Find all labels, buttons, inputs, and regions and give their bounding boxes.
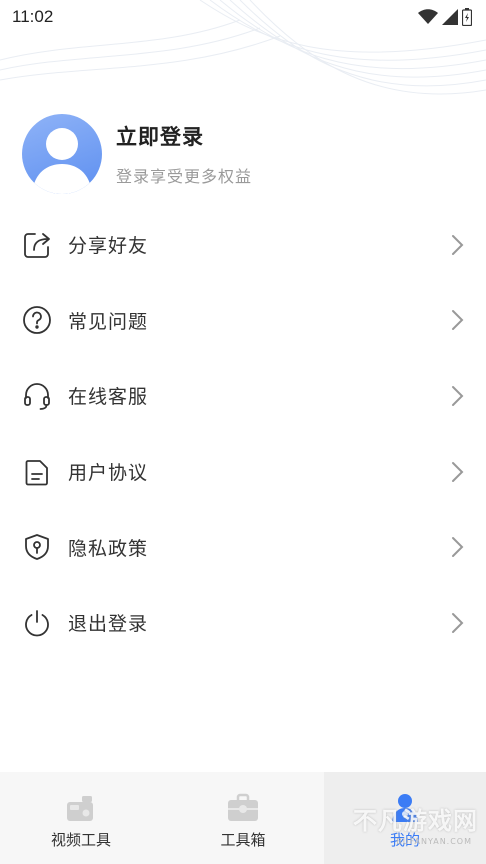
menu-item-label: 常见问题 bbox=[68, 310, 149, 333]
video-tools-icon bbox=[67, 796, 93, 821]
default-avatar-icon bbox=[32, 128, 92, 194]
menu-item-label: 用户协议 bbox=[68, 462, 149, 485]
tab-label: 视频工具 bbox=[50, 831, 111, 849]
menu-item-faq[interactable]: 常见问题 bbox=[0, 283, 486, 359]
signal-icon bbox=[442, 9, 458, 25]
login-profile-card[interactable]: 立即登录 登录享受更多权益 bbox=[22, 113, 462, 195]
menu-item-label: 隐私政策 bbox=[68, 537, 149, 560]
menu-item-label: 退出登录 bbox=[68, 613, 149, 636]
chevron-right-icon bbox=[452, 385, 464, 406]
toolbox-icon bbox=[228, 793, 258, 821]
document-icon bbox=[22, 457, 52, 487]
login-title[interactable]: 立即登录 bbox=[116, 121, 252, 151]
power-icon bbox=[22, 608, 52, 638]
login-subtitle: 登录享受更多权益 bbox=[116, 167, 253, 186]
tab-label: 工具箱 bbox=[220, 831, 266, 849]
menu-item-privacy-policy[interactable]: 隐私政策 bbox=[0, 509, 486, 585]
tab-toolbox[interactable]: 工具箱 bbox=[162, 772, 324, 864]
share-icon bbox=[22, 230, 52, 260]
chevron-right-icon bbox=[452, 461, 464, 482]
chevron-right-icon bbox=[452, 612, 464, 633]
menu-item-customer-service[interactable]: 在线客服 bbox=[0, 358, 486, 434]
menu-item-label: 分享好友 bbox=[68, 235, 149, 258]
chevron-right-icon bbox=[452, 234, 464, 255]
menu-item-user-agreement[interactable]: 用户协议 bbox=[0, 434, 486, 510]
question-icon bbox=[22, 305, 52, 335]
shield-icon bbox=[22, 532, 52, 562]
watermark-sub: BUFANYAN.COM bbox=[396, 837, 472, 846]
tab-video-tools[interactable]: 视频工具 bbox=[0, 772, 162, 864]
chevron-right-icon bbox=[452, 310, 464, 331]
status-bar: 11:02 bbox=[0, 0, 486, 34]
menu-item-share[interactable]: 分享好友 bbox=[0, 207, 486, 283]
battery-icon bbox=[462, 8, 472, 26]
status-time: 11:02 bbox=[12, 7, 54, 26]
watermark: 不凡游戏网 bbox=[353, 807, 478, 835]
status-icons bbox=[418, 8, 472, 26]
menu-item-label: 在线客服 bbox=[68, 386, 149, 409]
headset-icon bbox=[22, 381, 52, 411]
chevron-right-icon bbox=[452, 537, 464, 558]
wifi-icon bbox=[418, 9, 438, 24]
avatar[interactable] bbox=[22, 114, 102, 194]
menu-item-logout[interactable]: 退出登录 bbox=[0, 585, 486, 661]
settings-menu: 分享好友 常见问题 在线客服 用户协议 隐私政策 退出登录 bbox=[0, 207, 486, 661]
